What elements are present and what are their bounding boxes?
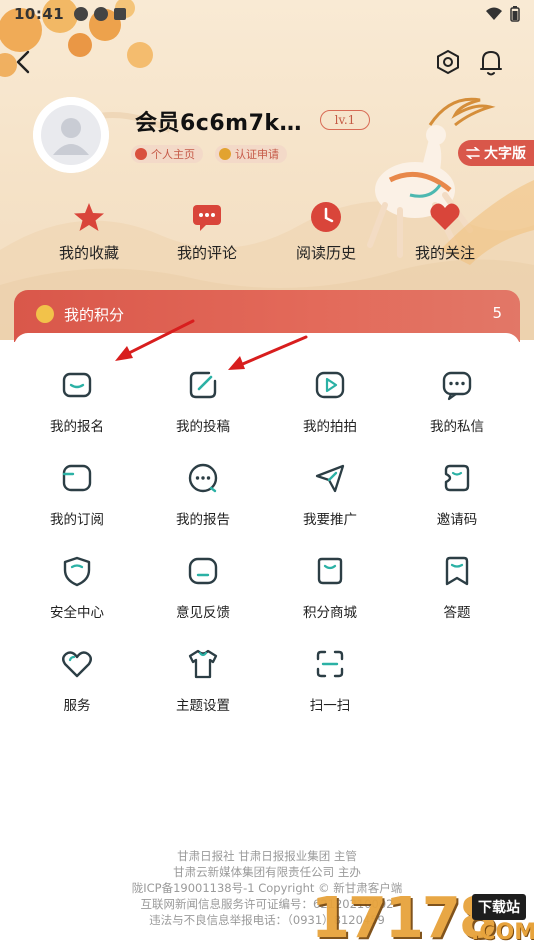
bell-icon[interactable] [478, 47, 504, 77]
grid-label: 答题 [443, 605, 471, 621]
grid-item-theme[interactable]: 主题设置 [140, 648, 266, 714]
quick-label: 我的收藏 [58, 244, 119, 262]
grid-label: 意见反馈 [176, 605, 230, 621]
grid-item-messages[interactable]: 我的私信 [394, 369, 520, 435]
message-icon [442, 371, 472, 401]
send-icon [315, 464, 345, 493]
grid-label: 我的私信 [430, 419, 484, 435]
chip-label: 个人主页 [151, 148, 195, 161]
grid-label: 我要推广 [303, 512, 357, 528]
swap-icon [466, 147, 480, 159]
badge-icon [219, 148, 231, 160]
grid-item-reports[interactable]: 我的报告 [140, 462, 266, 528]
grid-label: 邀请码 [436, 512, 478, 528]
shield-icon [63, 556, 91, 587]
grid-label: 服务 [63, 698, 91, 714]
level-badge: lv.1 [320, 110, 370, 130]
clock-icon [311, 202, 341, 232]
shirt-icon [188, 649, 218, 679]
grid-item-video[interactable]: 我的拍拍 [267, 369, 393, 435]
feedback-icon [188, 557, 218, 585]
grid-item-signup[interactable]: 我的报名 [14, 369, 140, 435]
wifi-icon [486, 7, 502, 20]
grid-item-subscriptions[interactable]: 我的订阅 [14, 462, 140, 528]
grid-label: 我的拍拍 [303, 419, 357, 435]
grid-label: 我的报名 [50, 419, 104, 435]
signup-icon [62, 372, 92, 398]
grid-label: 我的投稿 [176, 419, 230, 435]
grid-item-scan[interactable]: 扫一扫 [267, 648, 393, 714]
big-font-label: 大字版 [484, 146, 526, 162]
notification-icon [74, 7, 89, 21]
video-icon [315, 371, 345, 399]
certification-chip[interactable]: 认证申请 [215, 145, 287, 163]
footer-line: 甘肃云新媒体集团有限责任公司 主办 [173, 865, 361, 879]
battery-icon [510, 6, 520, 22]
coin-icon [36, 305, 54, 323]
subscribe-icon [62, 464, 92, 492]
quiz-icon [445, 556, 469, 586]
grid-label: 我的报告 [176, 512, 230, 528]
watermark-number: 17178 [311, 886, 498, 950]
status-notification-icons [74, 7, 127, 21]
avatar[interactable] [33, 97, 109, 173]
status-time: 10:41 [14, 5, 65, 23]
scan-icon [316, 650, 344, 678]
username: 会员6c6m7k… [135, 111, 303, 136]
grid-label: 主题设置 [176, 698, 230, 714]
grid-item-invite-code[interactable]: 邀请码 [394, 462, 520, 528]
grid-item-submission[interactable]: 我的投稿 [140, 369, 266, 435]
personal-homepage-chip[interactable]: 个人主页 [131, 145, 203, 163]
default-avatar-icon [33, 97, 109, 173]
chip-label: 认证申请 [235, 148, 279, 161]
grid-item-promote[interactable]: 我要推广 [267, 462, 393, 528]
quick-following[interactable]: 我的关注 [395, 200, 495, 263]
report-icon [188, 463, 218, 493]
big-font-toggle[interactable]: 大字版 [458, 140, 534, 166]
notification-icon [114, 8, 127, 20]
annotation-arrow [115, 319, 195, 361]
grid-item-service[interactable]: 服务 [14, 648, 140, 714]
quick-label: 我的关注 [414, 244, 475, 262]
grid-item-points-mall[interactable]: 积分商城 [267, 555, 393, 621]
settings-hexagon-icon[interactable] [434, 48, 462, 76]
quick-label: 我的评论 [176, 244, 237, 262]
grid-label: 我的订阅 [50, 512, 104, 528]
service-heart-icon [62, 651, 92, 678]
grid-label: 扫一扫 [309, 698, 351, 714]
heart-icon [430, 203, 460, 230]
edit-icon [189, 371, 217, 399]
grid-label: 安全中心 [50, 605, 104, 621]
notification-icon [94, 7, 109, 21]
watermark-download-label: 下载站 [472, 894, 526, 920]
grid-item-feedback[interactable]: 意见反馈 [140, 555, 266, 621]
grid-label: 积分商城 [303, 605, 357, 621]
points-count: 5 [492, 304, 502, 322]
back-arrow-icon[interactable] [12, 48, 36, 76]
footer-line: 甘肃日报社 甘肃日报报业集团 主管 [177, 849, 357, 863]
invite-icon [444, 464, 470, 492]
comment-icon [193, 205, 221, 231]
grid-item-security[interactable]: 安全中心 [14, 555, 140, 621]
quick-comments[interactable]: 我的评论 [157, 200, 257, 263]
crown-icon [135, 148, 147, 160]
star-icon [74, 203, 104, 231]
annotation-arrow [228, 335, 308, 370]
quick-label: 阅读历史 [295, 244, 356, 262]
grid-item-quiz[interactable]: 答题 [394, 555, 520, 621]
watermark-domain: .COM [471, 920, 534, 945]
status-bar: 10:41 [0, 0, 534, 28]
shop-icon [317, 557, 343, 585]
quick-history[interactable]: 阅读历史 [276, 200, 376, 263]
quick-favorites[interactable]: 我的收藏 [39, 200, 139, 263]
site-watermark: 17178 下载站 .COM [305, 880, 534, 950]
